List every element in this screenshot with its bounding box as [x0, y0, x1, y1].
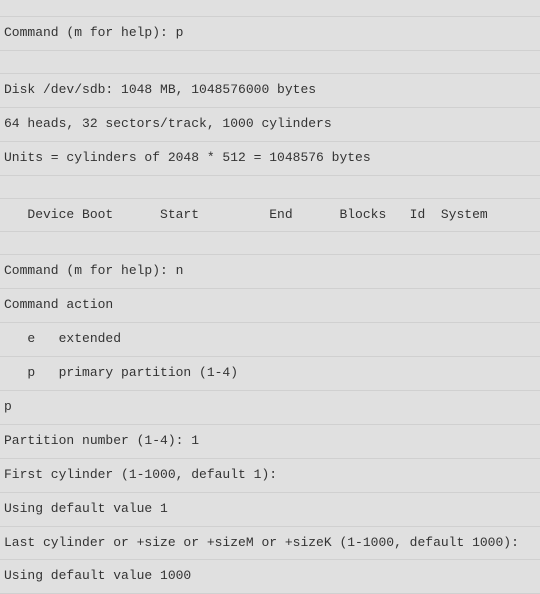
geometry-line: 64 heads, 32 sectors/track, 1000 cylinde… — [0, 108, 540, 142]
terminal-command-line-2: Command (m for help): n — [0, 255, 540, 289]
partition-number-input[interactable]: 1 — [191, 433, 199, 448]
action-extended: e extended — [0, 323, 540, 357]
last-cylinder-default: Using default value 1000 — [0, 560, 540, 594]
command-prompt-2: Command (m for help): — [4, 263, 176, 278]
partition-type-choice[interactable]: p — [0, 391, 540, 425]
partition-number-line: Partition number (1-4): 1 — [0, 425, 540, 459]
command-action-header: Command action — [0, 289, 540, 323]
command-prompt-1: Command (m for help): — [4, 25, 176, 40]
terminal-blank-1 — [0, 51, 540, 74]
terminal-line-blank-top — [0, 0, 540, 17]
last-cylinder-prompt[interactable]: Last cylinder or +size or +sizeM or +siz… — [0, 527, 540, 561]
first-cylinder-prompt[interactable]: First cylinder (1-1000, default 1): — [0, 459, 540, 493]
command-input-2[interactable]: n — [176, 263, 184, 278]
partition-number-prompt: Partition number (1-4): — [4, 433, 191, 448]
command-input-1[interactable]: p — [176, 25, 184, 40]
terminal-blank-2 — [0, 176, 540, 199]
disk-info-line: Disk /dev/sdb: 1048 MB, 1048576000 bytes — [0, 74, 540, 108]
first-cylinder-default: Using default value 1 — [0, 493, 540, 527]
units-line: Units = cylinders of 2048 * 512 = 104857… — [0, 142, 540, 176]
terminal-command-line-1: Command (m for help): p — [0, 17, 540, 51]
terminal-blank-3 — [0, 232, 540, 255]
action-primary: p primary partition (1-4) — [0, 357, 540, 391]
partition-table-header: Device Boot Start End Blocks Id System — [0, 199, 540, 233]
